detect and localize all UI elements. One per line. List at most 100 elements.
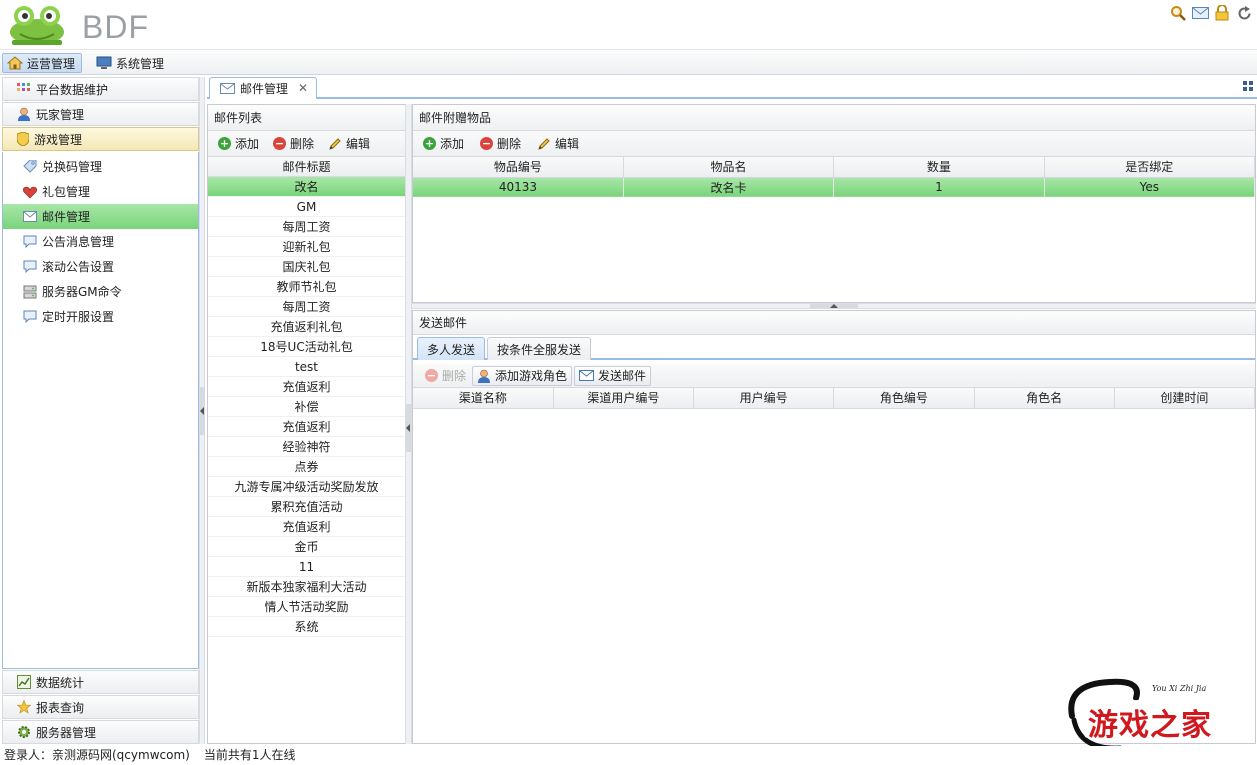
sidebar-item-redeem-code[interactable]: 兑换码管理 xyxy=(3,154,198,179)
status-bar: 登录人：亲测源码网(qcymwcom) 当前共有1人在线 xyxy=(0,746,1257,765)
mail-list-item[interactable]: 充值返利 xyxy=(208,377,405,397)
mail-list-item[interactable]: 补偿 xyxy=(208,397,405,417)
mail-list-item[interactable]: 改名 xyxy=(208,177,405,197)
vertical-splitter[interactable] xyxy=(412,303,1256,309)
tab-menu-icon[interactable] xyxy=(1243,81,1253,91)
button-label: 添加 xyxy=(440,137,465,151)
mail-list-item[interactable]: 九游专属冲级活动奖励发放 xyxy=(208,477,405,497)
edit-mail-button[interactable]: 编辑 xyxy=(328,135,370,152)
header-actions xyxy=(1169,4,1253,22)
sidebar-splitter[interactable] xyxy=(199,77,205,744)
nav-operations-label: 运营管理 xyxy=(27,56,76,71)
mail-list-panel: 邮件列表 + 添加 − 删除 编辑 邮件标题 改名 GM 每周工资 迎新礼包 国庆礼包教… xyxy=(207,104,406,744)
sidebar-section-label: 数据统计 xyxy=(36,675,85,690)
cell-item-name: 改名卡 xyxy=(623,177,835,197)
tab-server-wide-send[interactable]: 按条件全服发送 xyxy=(487,337,592,360)
nav-operations[interactable]: 运营管理 xyxy=(2,53,83,73)
column-header-quantity[interactable]: 数量 xyxy=(833,157,1045,178)
sidebar-item-announcement[interactable]: 公告消息管理 xyxy=(3,229,198,254)
sidebar-section-statistics[interactable]: 数据统计 xyxy=(2,670,199,694)
sidebar-section-server[interactable]: 服务器管理 xyxy=(2,720,199,744)
frog-logo-icon xyxy=(10,6,64,45)
tab-label: 邮件管理 xyxy=(240,82,289,96)
mail-icon[interactable] xyxy=(1191,4,1209,22)
column-header-bound[interactable]: 是否绑定 xyxy=(1044,157,1256,178)
panel-title: 发送邮件 xyxy=(413,311,1255,335)
mail-list-item[interactable]: 累积充值活动 xyxy=(208,497,405,517)
add-game-role-button[interactable]: 添加游戏角色 xyxy=(472,365,573,386)
table-row[interactable]: 40133 改名卡 1 Yes xyxy=(413,177,1256,197)
sidebar-item-mail[interactable]: 邮件管理 xyxy=(3,204,198,229)
delete-item-button[interactable]: − 删除 xyxy=(480,135,521,152)
nav-system-label: 系统管理 xyxy=(116,56,165,71)
content-splitter[interactable] xyxy=(405,104,412,744)
pencil-icon xyxy=(329,137,341,150)
sidebar-item-gm-command[interactable]: 服务器GM命令 xyxy=(3,279,198,304)
mail-list-item[interactable]: 金币 xyxy=(208,537,405,557)
mail-title-column-header[interactable]: 邮件标题 xyxy=(208,157,405,177)
gear-icon xyxy=(18,726,30,738)
collapse-sidebar-button[interactable] xyxy=(200,387,205,435)
lock-icon[interactable] xyxy=(1213,4,1231,22)
mail-list-item[interactable]: 充值返利 xyxy=(208,517,405,537)
mail-icon xyxy=(220,83,235,94)
mail-list-item[interactable]: 迎新礼包 xyxy=(208,237,405,257)
mail-list-item[interactable]: 情人节活动奖励 xyxy=(208,597,405,617)
column-header-user-id[interactable]: 用户编号 xyxy=(693,388,835,409)
add-item-button[interactable]: + 添加 xyxy=(423,135,464,152)
add-icon: + xyxy=(423,137,436,150)
delete-mail-button[interactable]: − 删除 xyxy=(273,135,314,152)
mail-list-item[interactable]: 每周工资 xyxy=(208,217,405,237)
server-icon xyxy=(23,285,37,298)
watermark-pinyin: You Xi Zhi Jia xyxy=(1152,684,1207,693)
mail-list-item[interactable]: 点券 xyxy=(208,457,405,477)
collapse-attachments-button[interactable] xyxy=(810,304,858,309)
column-header-channel-name[interactable]: 渠道名称 xyxy=(413,388,554,409)
mail-list-item[interactable]: GM xyxy=(208,197,405,217)
column-header-role-name[interactable]: 角色名 xyxy=(974,388,1115,409)
mail-list-item[interactable]: 每周工资 xyxy=(208,297,405,317)
column-header-role-id[interactable]: 角色编号 xyxy=(833,388,975,409)
sidebar-section-reports[interactable]: 报表查询 xyxy=(2,695,199,719)
mail-list-item[interactable]: 系统 xyxy=(208,617,405,637)
add-mail-button[interactable]: + 添加 xyxy=(218,135,259,152)
sidebar-item-scroll-notice[interactable]: 滚动公告设置 xyxy=(3,254,198,279)
send-mail-button[interactable]: 发送邮件 xyxy=(574,365,652,386)
column-header-channel-user-id[interactable]: 渠道用户编号 xyxy=(553,388,695,409)
mail-list-item[interactable]: 经验神符 xyxy=(208,437,405,457)
mail-icon xyxy=(23,211,37,222)
game-management-menu: 兑换码管理 礼包管理 邮件管理 公告消息管理 滚动公告设置 服务器GM命令 定时… xyxy=(2,152,199,669)
mail-list-item[interactable]: test xyxy=(208,357,405,377)
cell-quantity: 1 xyxy=(833,177,1045,197)
column-header-created-time[interactable]: 创建时间 xyxy=(1114,388,1256,409)
refresh-icon[interactable] xyxy=(1235,4,1253,22)
sidebar-section-game[interactable]: 游戏管理 xyxy=(2,127,199,151)
mail-list-item[interactable]: 18号UC活动礼包 xyxy=(208,337,405,357)
search-icon[interactable] xyxy=(1169,4,1187,22)
sidebar-section-label: 平台数据维护 xyxy=(36,82,109,97)
mail-list-item[interactable]: 教师节礼包 xyxy=(208,277,405,297)
mail-icon xyxy=(579,370,595,381)
mail-list-item[interactable]: 充值返利礼包 xyxy=(208,317,405,337)
sidebar-section-label: 服务器管理 xyxy=(36,725,97,740)
mail-list-item[interactable]: 国庆礼包 xyxy=(208,257,405,277)
delete-recipient-button[interactable]: − 删除 xyxy=(421,366,470,386)
edit-item-button[interactable]: 编辑 xyxy=(537,135,579,152)
sidebar-item-gift-pack[interactable]: 礼包管理 xyxy=(3,179,198,204)
sidebar-item-scheduled-open[interactable]: 定时开服设置 xyxy=(3,304,198,329)
column-header-item-id[interactable]: 物品编号 xyxy=(413,157,624,178)
column-header-item-name[interactable]: 物品名 xyxy=(623,157,835,178)
mail-list-item[interactable]: 11 xyxy=(208,557,405,577)
tab-multi-send[interactable]: 多人发送 xyxy=(417,337,486,360)
tab-mail-management[interactable]: 邮件管理 ✕ xyxy=(209,77,317,99)
sidebar-section-platform-data[interactable]: 平台数据维护 xyxy=(2,77,199,101)
watermark-logo: You Xi Zhi Jia 游戏之家 xyxy=(1060,676,1250,754)
nav-system[interactable]: 系统管理 xyxy=(92,53,170,73)
mail-list-item[interactable]: 充值返利 xyxy=(208,417,405,437)
recipients-table: 渠道名称 渠道用户编号 用户编号 角色编号 角色名 创建时间 xyxy=(413,388,1256,409)
sidebar-section-player[interactable]: 玩家管理 xyxy=(2,102,199,126)
mail-list-item[interactable]: 新版本独家福利大活动 xyxy=(208,577,405,597)
collapse-mail-list-button[interactable] xyxy=(406,404,411,452)
close-icon[interactable]: ✕ xyxy=(298,81,308,95)
button-label: 删除 xyxy=(290,137,315,151)
